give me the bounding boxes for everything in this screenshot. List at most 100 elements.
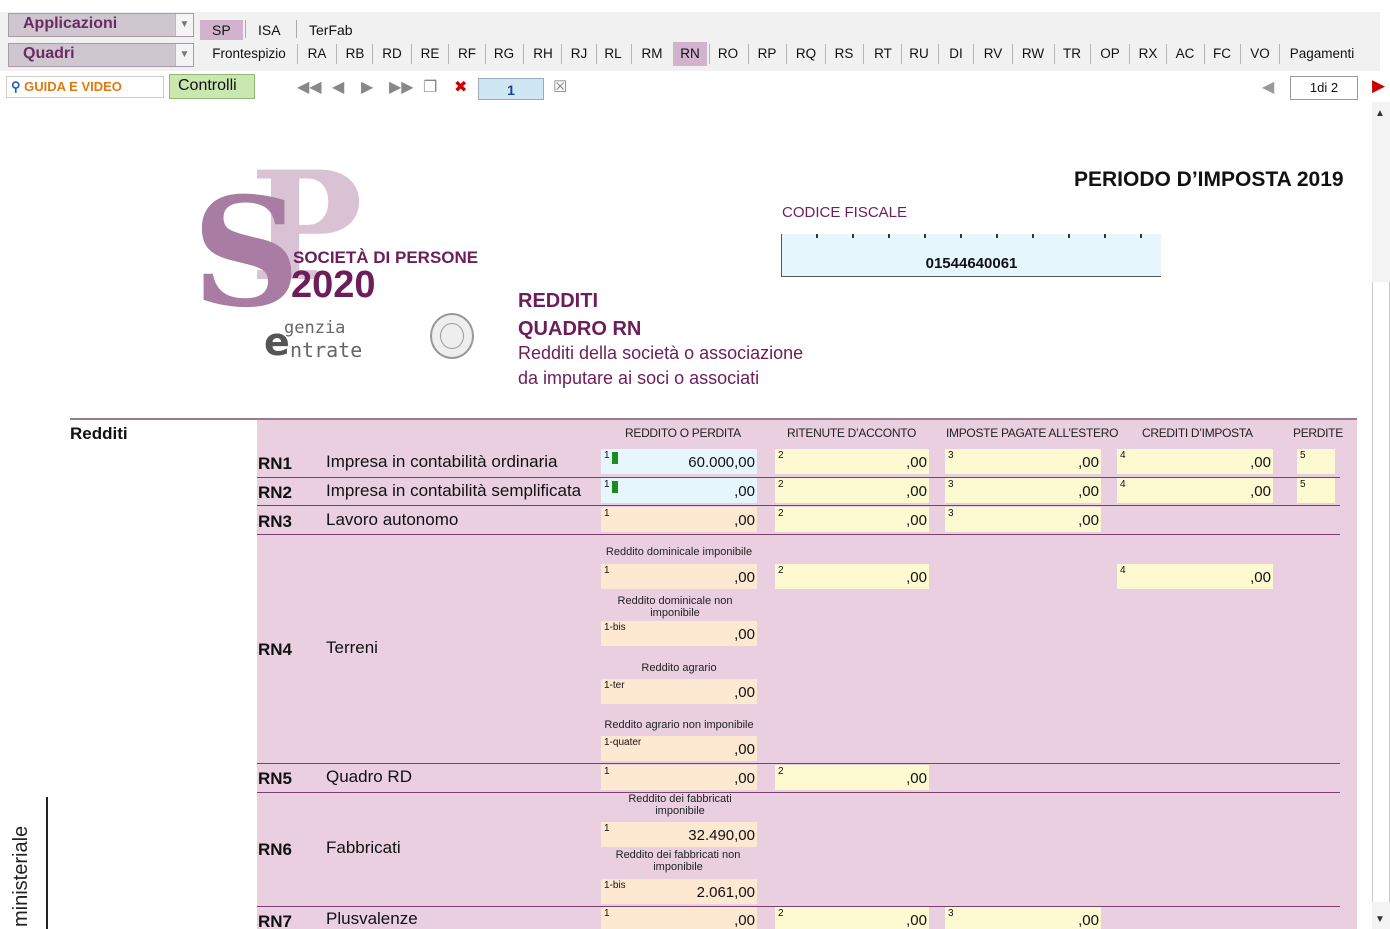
chevron-down-icon[interactable]: ▼	[175, 14, 193, 36]
scroll-down-icon[interactable]: ▼	[1375, 914, 1385, 925]
tab-rt[interactable]: RT	[866, 42, 900, 66]
new-page-icon[interactable]: ❐	[423, 77, 437, 97]
divider	[709, 44, 710, 64]
rn2-perdite-field[interactable]: 5	[1297, 478, 1335, 503]
tab-rw[interactable]: RW	[1014, 42, 1052, 66]
tab-re[interactable]: RE	[414, 42, 446, 66]
rn6-code: RN6	[258, 840, 293, 859]
field-number: 1	[604, 565, 610, 576]
rn5-reddito-field[interactable]: 1,00	[601, 765, 757, 790]
tab-rm[interactable]: RM	[634, 42, 670, 66]
app-window: Applicazioni ▼ SP ISA TerFab Quadri ▼ Fr…	[0, 0, 1390, 929]
tab-rh[interactable]: RH	[526, 42, 560, 66]
tab-frontespizio[interactable]: Frontespizio	[205, 42, 293, 66]
controlli-button[interactable]: Controlli	[169, 74, 255, 99]
rn3-ritenute-field[interactable]: 2,00	[775, 507, 929, 532]
previous-page-icon[interactable]: ◀	[332, 77, 344, 97]
tab-fc[interactable]: FC	[1206, 42, 1238, 66]
rn4-1bis-field[interactable]: 1-bis ,00	[601, 621, 757, 646]
tab-di[interactable]: DI	[941, 42, 971, 66]
divider	[1012, 44, 1013, 64]
applicazioni-label: Applicazioni	[23, 15, 118, 32]
divider	[631, 44, 632, 64]
tab-isa[interactable]: ISA	[246, 20, 293, 40]
rn7-ritenute-field[interactable]: 2,00	[775, 907, 929, 929]
tab-ac[interactable]: AC	[1168, 42, 1202, 66]
tab-rq[interactable]: RQ	[788, 42, 824, 66]
tab-vo[interactable]: VO	[1243, 42, 1277, 66]
tab-rs[interactable]: RS	[827, 42, 861, 66]
column-header-crediti: CREDITI D’IMPOSTA	[1142, 426, 1253, 440]
applicazioni-dropdown[interactable]: Applicazioni ▼	[8, 13, 194, 37]
tab-rd[interactable]: RD	[375, 42, 409, 66]
rn1-crediti-field[interactable]: 4,00	[1117, 449, 1273, 474]
divider	[863, 44, 864, 64]
tab-rf[interactable]: RF	[451, 42, 483, 66]
rn6-reddito-field[interactable]: 1 32.490,00	[601, 822, 757, 847]
chevron-down-icon[interactable]: ▼	[175, 44, 193, 66]
previous-module-icon[interactable]: ◀	[1262, 77, 1274, 97]
rn4-reddito-field[interactable]: 1,00	[601, 564, 757, 589]
section-title: Redditi	[70, 424, 128, 443]
tab-ru[interactable]: RU	[902, 42, 936, 66]
page-number-input[interactable]: 1	[478, 78, 544, 100]
divider	[297, 44, 298, 64]
rn4-1ter-field[interactable]: 1-ter ,00	[601, 679, 757, 704]
rn6-1bis-field[interactable]: 1-bis 2.061,00	[601, 879, 757, 904]
rn5-ritenute-field[interactable]: 2,00	[775, 765, 929, 790]
field-number: 1	[604, 508, 610, 519]
next-page-icon[interactable]: ▶	[361, 77, 373, 97]
rn1-reddito-field[interactable]: 1 60.000,00	[601, 449, 757, 474]
next-module-icon[interactable]: ▶	[1372, 76, 1385, 96]
rn4-ritenute-field[interactable]: 2,00	[775, 564, 929, 589]
rn2-reddito-field[interactable]: 1,00	[601, 478, 757, 503]
scroll-up-icon[interactable]: ▲	[1375, 108, 1385, 119]
rn7-reddito-field[interactable]: 1,00	[601, 907, 757, 929]
tab-rb[interactable]: RB	[339, 42, 371, 66]
tab-tr[interactable]: TR	[1056, 42, 1088, 66]
tab-rx[interactable]: RX	[1131, 42, 1165, 66]
field-value: ,00	[906, 770, 927, 787]
tab-sp[interactable]: SP	[200, 20, 243, 40]
rn3-reddito-field[interactable]: 1,00	[601, 507, 757, 532]
last-page-icon[interactable]: ▶▶	[389, 77, 414, 97]
rn4-description: Terreni	[326, 638, 378, 657]
tab-rn[interactable]: RN	[673, 42, 707, 66]
rn7-imposte-field[interactable]: 3,00	[945, 907, 1101, 929]
quadri-dropdown[interactable]: Quadri ▼	[8, 43, 194, 67]
tab-rj[interactable]: RJ	[563, 42, 595, 66]
rn2-crediti-field[interactable]: 4,00	[1117, 478, 1273, 503]
clear-icon[interactable]: ☒	[553, 77, 567, 97]
tab-rv[interactable]: RV	[976, 42, 1010, 66]
logo-e-glyph: e	[264, 320, 290, 364]
rn4-crediti-field[interactable]: 4,00	[1117, 564, 1273, 589]
divider	[448, 44, 449, 64]
tab-pagamenti[interactable]: Pagamenti	[1282, 42, 1362, 66]
rn1-perdite-field[interactable]: 5	[1297, 449, 1335, 474]
tab-rl[interactable]: RL	[598, 42, 628, 66]
rn2-imposte-field[interactable]: 3,00	[945, 478, 1101, 503]
field-number: 1	[604, 450, 610, 461]
logo-s-letter: S	[192, 165, 301, 341]
rn1-ritenute-field[interactable]: 2,00	[775, 449, 929, 474]
tab-rp[interactable]: RP	[750, 42, 784, 66]
rn1-imposte-field[interactable]: 3,00	[945, 449, 1101, 474]
field-number: 1-bis	[604, 622, 626, 633]
divider	[1240, 44, 1241, 64]
scrollbar-thumb[interactable]	[1372, 282, 1390, 902]
tab-ra[interactable]: RA	[300, 42, 334, 66]
guida-video-button[interactable]: ⚲ GUIDA E VIDEO	[6, 76, 164, 98]
first-page-icon[interactable]: ◀◀	[297, 77, 322, 97]
tab-rg[interactable]: RG	[487, 42, 521, 66]
rn2-ritenute-field[interactable]: 2,00	[775, 478, 929, 503]
rn3-imposte-field[interactable]: 3,00	[945, 507, 1101, 532]
delete-page-icon[interactable]: ✖	[454, 77, 467, 97]
tab-terfab[interactable]: TerFab	[297, 20, 365, 40]
rn4-1quater-field[interactable]: 1-quater ,00	[601, 736, 757, 761]
row-divider	[257, 792, 1340, 793]
tab-op[interactable]: OP	[1093, 42, 1127, 66]
codice-fiscale-field[interactable]: 01544640061	[781, 234, 1161, 277]
tab-ro[interactable]: RO	[710, 42, 746, 66]
field-value: ,00	[1250, 569, 1271, 586]
field-value: ,00	[734, 626, 755, 643]
